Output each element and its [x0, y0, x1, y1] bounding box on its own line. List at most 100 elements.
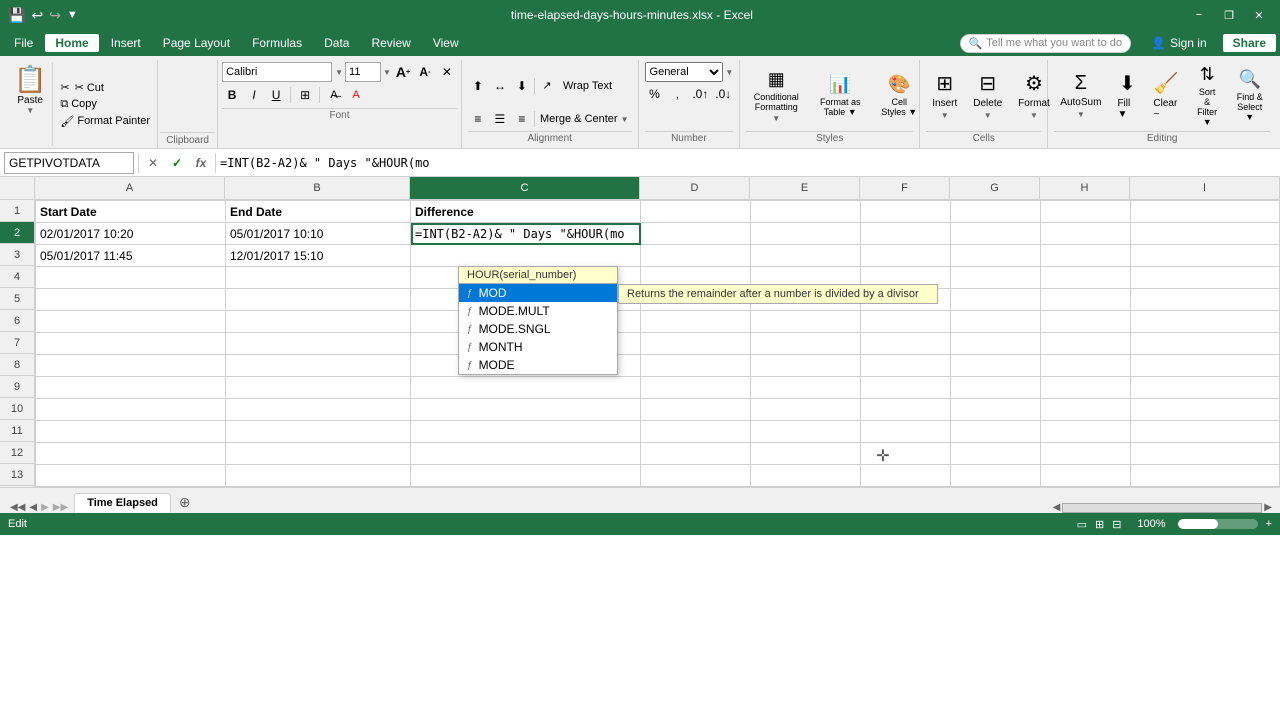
- row-header-1[interactable]: 1: [0, 200, 34, 222]
- cell-i3[interactable]: [1131, 245, 1280, 267]
- tell-me-box[interactable]: 🔍 Tell me what you want to do: [960, 34, 1131, 53]
- cell-b10[interactable]: [226, 399, 411, 421]
- cell-i7[interactable]: [1131, 333, 1280, 355]
- conditional-formatting-button[interactable]: ▦ ConditionalFormatting ▼: [746, 67, 806, 125]
- delete-button[interactable]: ⊟ Delete ▼: [967, 69, 1008, 122]
- cell-c12[interactable]: [411, 443, 641, 465]
- cell-f10[interactable]: [861, 399, 951, 421]
- increase-decimal-button[interactable]: .0↑: [690, 84, 710, 104]
- cell-e13[interactable]: [751, 465, 861, 487]
- cell-d9[interactable]: [641, 377, 751, 399]
- cell-i5[interactable]: [1131, 289, 1280, 311]
- cell-a6[interactable]: [36, 311, 226, 333]
- cell-g12[interactable]: [951, 443, 1041, 465]
- insert-function-button[interactable]: fx: [191, 153, 211, 173]
- row-header-7[interactable]: 7: [0, 332, 34, 354]
- cell-d2[interactable]: [641, 223, 751, 245]
- cell-c13[interactable]: [411, 465, 641, 487]
- cell-i1[interactable]: [1131, 201, 1280, 223]
- cell-e7[interactable]: [751, 333, 861, 355]
- menu-file[interactable]: File: [4, 34, 43, 52]
- find-select-button[interactable]: 🔍 Find &Select ▼: [1229, 67, 1270, 124]
- name-box[interactable]: GETPIVOTDATA: [4, 152, 134, 174]
- cell-i4[interactable]: [1131, 267, 1280, 289]
- cell-a5[interactable]: [36, 289, 226, 311]
- cell-e2[interactable]: [751, 223, 861, 245]
- cell-g5[interactable]: [951, 289, 1041, 311]
- menu-home[interactable]: Home: [45, 34, 98, 52]
- formula-input[interactable]: =INT(B2-A2)& " Days "&HOUR(mo: [220, 152, 1276, 174]
- cell-b6[interactable]: [226, 311, 411, 333]
- page-break-preview-button[interactable]: ⊟: [1112, 518, 1121, 531]
- row-header-6[interactable]: 6: [0, 310, 34, 332]
- col-header-f[interactable]: F: [860, 177, 950, 199]
- menu-view[interactable]: View: [423, 34, 469, 52]
- font-name-input[interactable]: [222, 62, 332, 82]
- fill-color-button[interactable]: A̶: [324, 85, 344, 105]
- cell-c9[interactable]: [411, 377, 641, 399]
- cell-a12[interactable]: [36, 443, 226, 465]
- cell-g7[interactable]: [951, 333, 1041, 355]
- ac-item-month[interactable]: ƒ MONTH: [459, 338, 617, 356]
- cell-e11[interactable]: [751, 421, 861, 443]
- cell-f7[interactable]: [861, 333, 951, 355]
- cell-g9[interactable]: [951, 377, 1041, 399]
- cell-b1[interactable]: End Date: [226, 201, 411, 223]
- cell-h7[interactable]: [1041, 333, 1131, 355]
- cut-button[interactable]: ✂ ✂ Cut: [57, 80, 153, 95]
- zoom-slider[interactable]: [1178, 519, 1258, 529]
- signin-button[interactable]: 👤 Sign in: [1151, 36, 1207, 50]
- cell-b12[interactable]: [226, 443, 411, 465]
- cell-a2[interactable]: 02/01/2017 10:20: [36, 223, 226, 245]
- cell-f9[interactable]: [861, 377, 951, 399]
- cell-f12[interactable]: [861, 443, 951, 465]
- number-format-select[interactable]: General: [645, 62, 724, 82]
- row-header-3[interactable]: 3: [0, 244, 34, 266]
- cell-f3[interactable]: [861, 245, 951, 267]
- col-header-e[interactable]: E: [750, 177, 860, 199]
- cell-a11[interactable]: [36, 421, 226, 443]
- cell-h8[interactable]: [1041, 355, 1131, 377]
- underline-button[interactable]: U: [266, 85, 286, 105]
- wrap-text-button[interactable]: Wrap Text: [559, 79, 616, 93]
- cell-g8[interactable]: [951, 355, 1041, 377]
- cell-i8[interactable]: [1131, 355, 1280, 377]
- cell-i11[interactable]: [1131, 421, 1280, 443]
- bold-button[interactable]: B: [222, 85, 242, 105]
- align-left-button[interactable]: ≡: [468, 109, 488, 129]
- cell-i12[interactable]: [1131, 443, 1280, 465]
- close-button[interactable]: ✕: [1246, 5, 1272, 25]
- cell-f8[interactable]: [861, 355, 951, 377]
- menu-data[interactable]: Data: [314, 34, 359, 52]
- col-header-h[interactable]: H: [1040, 177, 1130, 199]
- cell-h2[interactable]: [1041, 223, 1131, 245]
- col-header-g[interactable]: G: [950, 177, 1040, 199]
- cell-styles-button[interactable]: 🎨 CellStyles ▼: [874, 72, 924, 119]
- cell-h1[interactable]: [1041, 201, 1131, 223]
- ac-item-mode[interactable]: ƒ MODE: [459, 356, 617, 374]
- cell-d1[interactable]: [641, 201, 751, 223]
- cell-c11[interactable]: [411, 421, 641, 443]
- clear-button[interactable]: 🧹 Clear ~: [1147, 69, 1184, 122]
- col-header-d[interactable]: D: [640, 177, 750, 199]
- cell-d11[interactable]: [641, 421, 751, 443]
- cell-h12[interactable]: [1041, 443, 1131, 465]
- row-header-13[interactable]: 13: [0, 464, 34, 486]
- cell-f11[interactable]: [861, 421, 951, 443]
- cell-g13[interactable]: [951, 465, 1041, 487]
- undo-icon[interactable]: ↩: [31, 7, 43, 24]
- cell-d13[interactable]: [641, 465, 751, 487]
- sheet-next-button[interactable]: ▶: [39, 502, 51, 513]
- text-direction-button[interactable]: ↗: [537, 76, 557, 96]
- paste-button[interactable]: 📋 Paste ▼: [8, 62, 53, 146]
- cell-d10[interactable]: [641, 399, 751, 421]
- customize-icon[interactable]: ▼: [67, 9, 78, 21]
- add-sheet-button[interactable]: ⊕: [173, 492, 197, 513]
- horizontal-scrollbar[interactable]: [1062, 503, 1262, 513]
- cell-h10[interactable]: [1041, 399, 1131, 421]
- row-header-8[interactable]: 8: [0, 354, 34, 376]
- font-size-dropdown[interactable]: ▼: [383, 68, 391, 77]
- format-painter-button[interactable]: 🖌 Format Painter: [57, 114, 153, 129]
- cell-h9[interactable]: [1041, 377, 1131, 399]
- row-header-4[interactable]: 4: [0, 266, 34, 288]
